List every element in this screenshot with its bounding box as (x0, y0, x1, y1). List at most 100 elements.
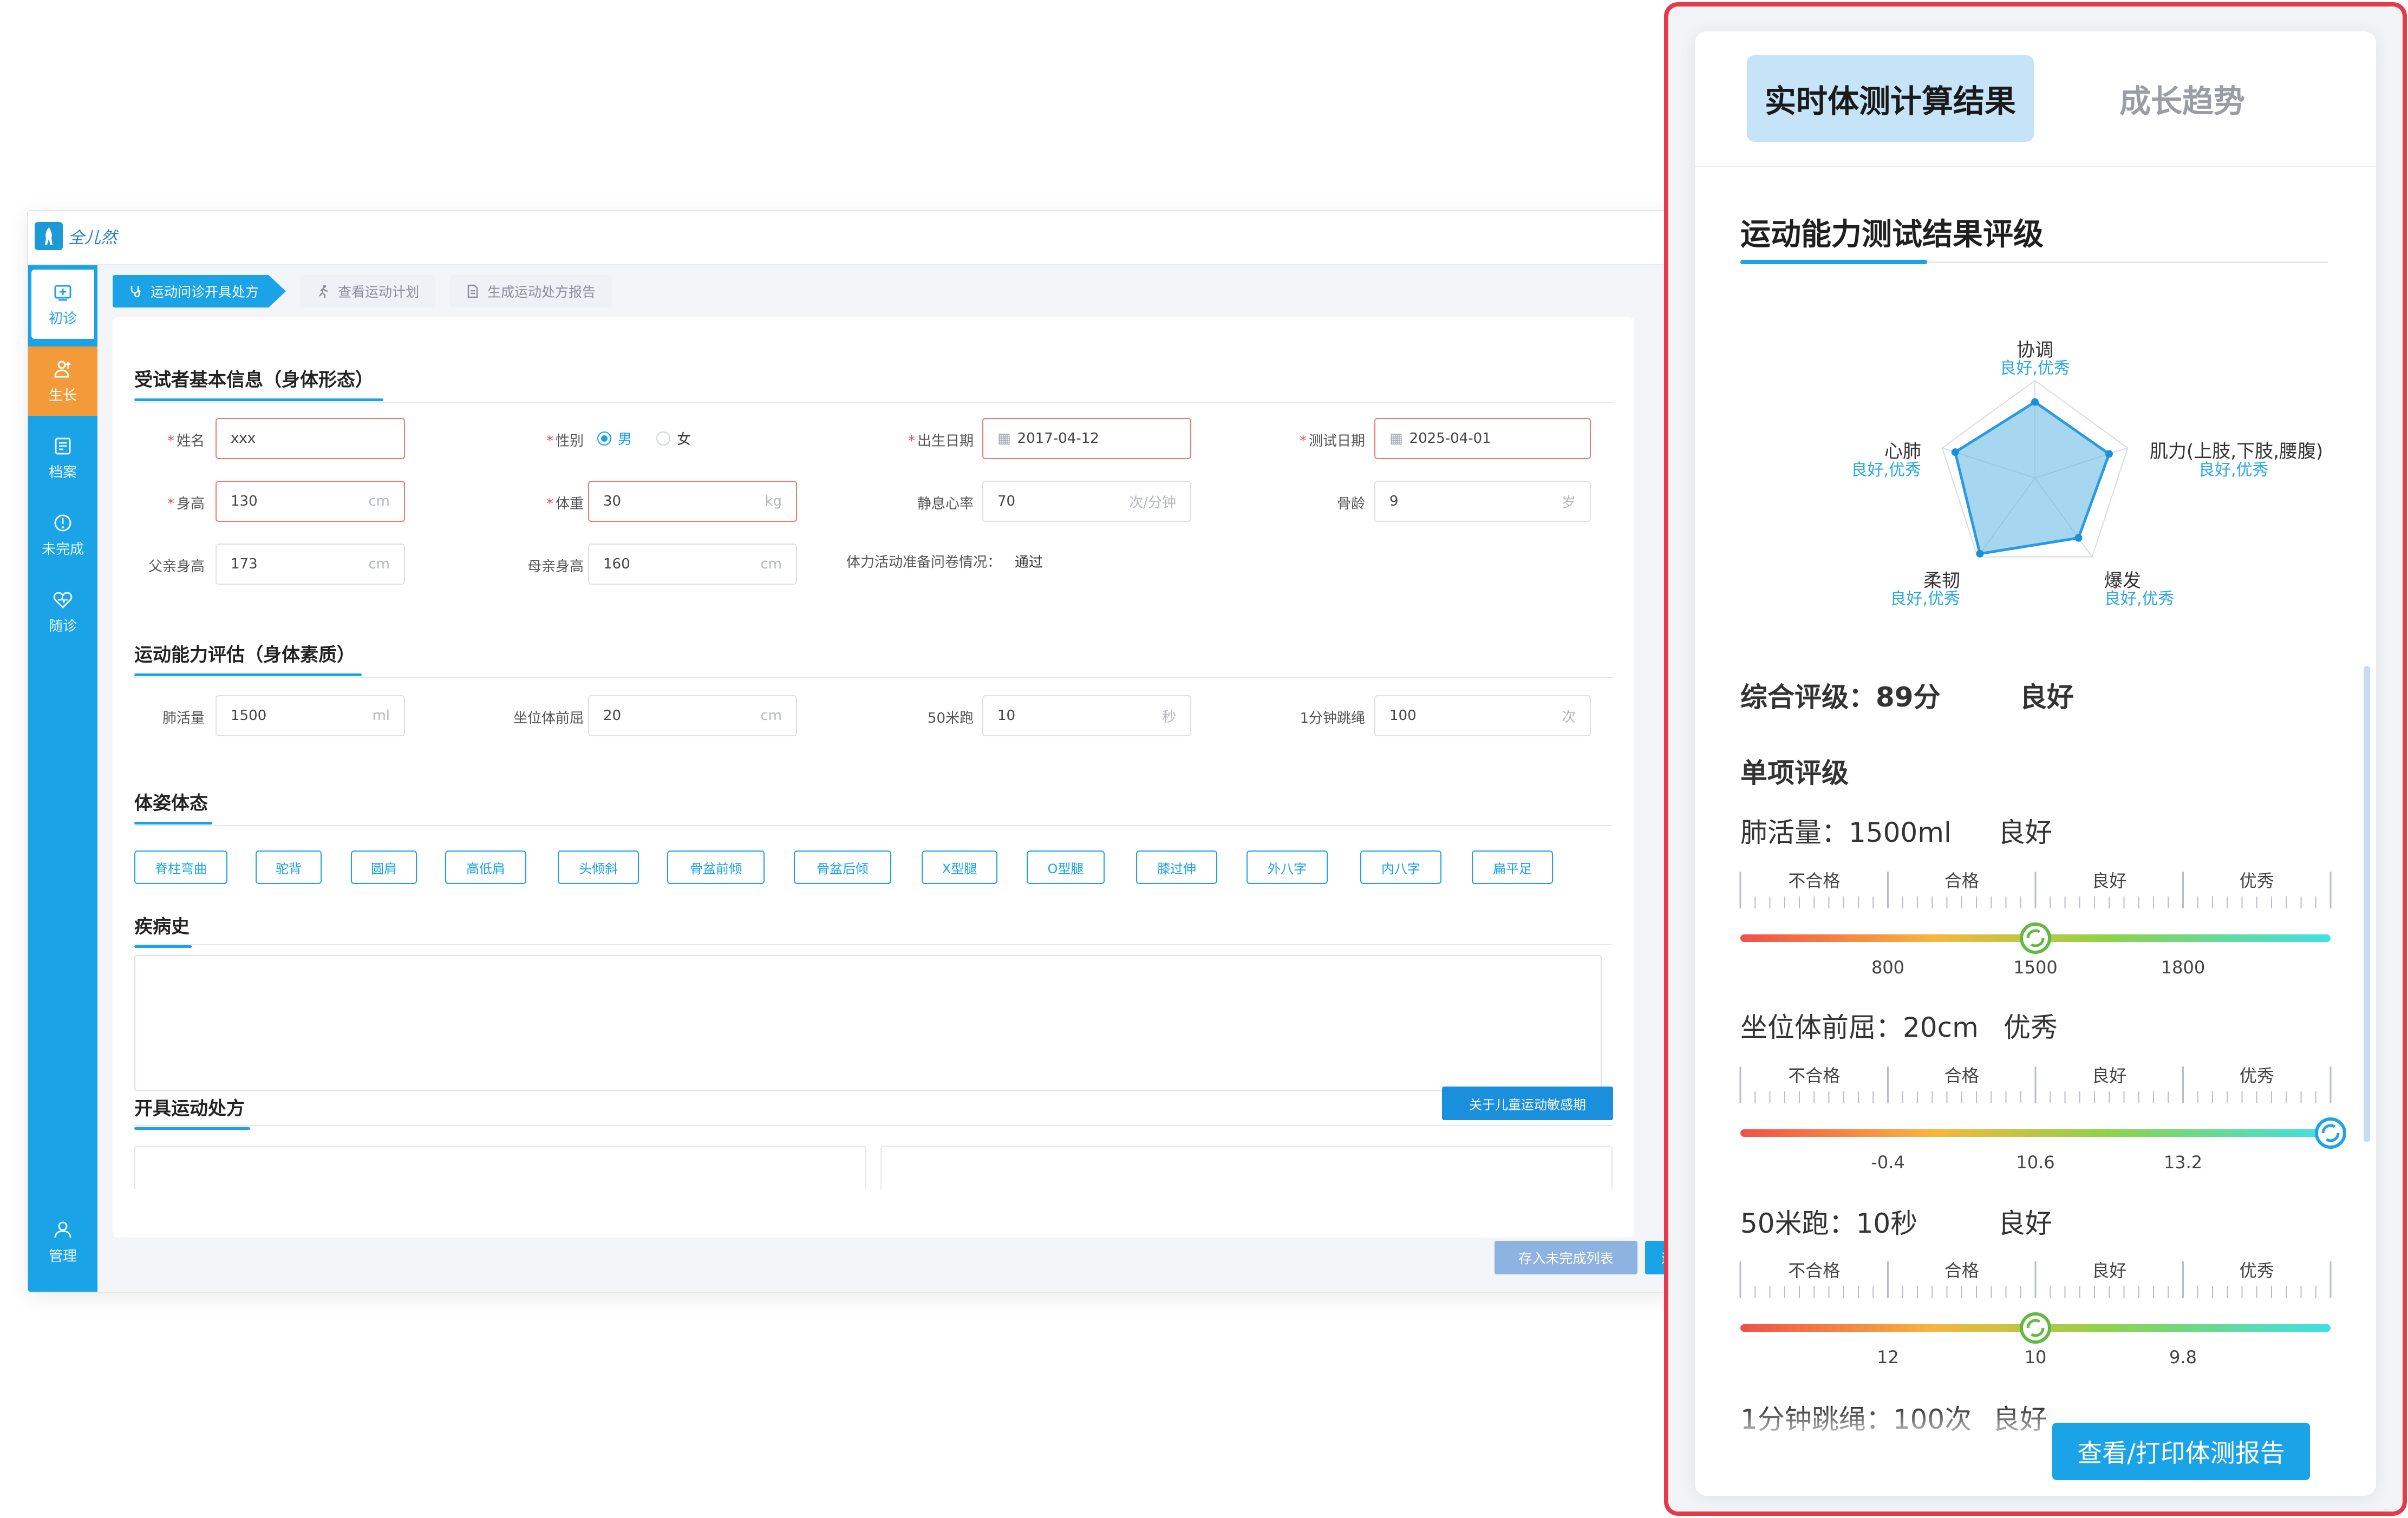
logo-text: 全儿然 (68, 228, 117, 247)
lung-capacity-input[interactable]: 1500 ml (216, 695, 405, 736)
posture-button[interactable]: 骨盆后倾 (794, 850, 891, 884)
overall-score: 综合评级：89分 (1740, 682, 1941, 713)
run-scale: 不合格 合格 良好 优秀 12 10 9.8 (1739, 1260, 2332, 1367)
stethoscope-icon (130, 286, 141, 298)
label-name: * 姓名 (167, 433, 205, 449)
followup-icon (53, 591, 73, 608)
posture-button[interactable]: 扁平足 (1472, 850, 1553, 884)
name-input[interactable]: xxx (216, 418, 405, 459)
sensitive-period-button[interactable]: 关于儿童运动敏感期 (1442, 1087, 1613, 1120)
height-input[interactable]: 130 cm (216, 481, 405, 522)
posture-button[interactable]: 膝过伸 (1136, 850, 1217, 884)
tab-view-plan[interactable]: 查看运动计划 (300, 275, 436, 307)
calendar-icon: ▦ (997, 430, 1011, 447)
metric-sit-reach-head: 坐位体前屈：20cm (1740, 1012, 1979, 1043)
radar-chart: 协调 良好,优秀 肌力(上肢,下肢,腰腹) 良好,优秀 爆发 良好,优秀 柔韧 … (1851, 339, 2323, 608)
metric-lung-grade: 良好 (1998, 817, 2052, 848)
radar-point (1976, 549, 1984, 558)
gender-radio-group: 男 女 (597, 428, 713, 448)
label-lung: 肺活量 (162, 710, 205, 727)
app-header: 全儿然 (28, 211, 1678, 265)
sidebar-item-followup[interactable]: 随诊 (28, 577, 97, 646)
label-bone-age: 骨龄 (1336, 496, 1365, 512)
scale-marker (2020, 1312, 2051, 1344)
sidebar-item-archive[interactable]: 档案 (28, 423, 97, 493)
radar-grade-coordination: 良好,优秀 (2000, 359, 2070, 378)
posture-button[interactable]: 脊柱弯曲 (134, 850, 227, 884)
scrollbar[interactable] (2364, 666, 2370, 1142)
sidebar-item-admin[interactable]: 管理 (28, 1207, 97, 1277)
bone-age-input[interactable]: 9岁 (1374, 481, 1591, 522)
label-mother-height: 母亲身高 (527, 559, 584, 575)
radar-grade-cardio: 良好,优秀 (1851, 461, 1921, 480)
birth-date-picker[interactable]: ▦ 2017-04-12 (982, 418, 1191, 459)
metric-lung-head: 肺活量：1500ml (1740, 817, 1952, 848)
sidebar-item-pending[interactable]: 未完成 (28, 500, 97, 570)
single-rating-title: 单项评级 (1740, 757, 1849, 789)
label-sit-reach: 坐位体前屈 (513, 710, 584, 727)
section-title-history: 疾病史 (134, 912, 192, 948)
father-height-input[interactable]: 173 cm (216, 544, 405, 585)
scale-value-label: 10 (2025, 1347, 2047, 1367)
app-window: 全儿然 初诊 生长 档案 未完成 随诊 管理 运动问诊开具处方 查看运动计划 生… (27, 210, 1679, 1293)
gender-female-radio[interactable]: 女 (656, 428, 691, 448)
posture-button[interactable]: O型腿 (1027, 850, 1105, 884)
posture-button[interactable]: 高低肩 (445, 850, 526, 884)
metric-run-grade: 良好 (1998, 1208, 2052, 1239)
sidebar-item-label: 随诊 (48, 618, 77, 634)
posture-button[interactable]: 外八字 (1247, 850, 1328, 884)
scale-level-label: 优秀 (2240, 871, 2274, 891)
scale-level-label: 不合格 (1788, 1065, 1840, 1086)
archive-icon (55, 437, 71, 454)
clinic-icon (54, 285, 71, 300)
heart-rate-input[interactable]: 70 次/分钟 (982, 481, 1191, 522)
running-icon (319, 285, 328, 298)
test-date-picker[interactable]: ▦ 2025-04-01 (1374, 418, 1591, 459)
disease-history-textarea[interactable] (134, 955, 1602, 1091)
scale-value-label: 9.8 (2169, 1347, 2197, 1367)
main-area: 运动问诊开具处方 查看运动计划 生成运动处方报告 受试者基本信息（身体形态） *… (97, 265, 1678, 1292)
weight-input[interactable]: 30 kg (588, 481, 797, 522)
radar-point (2074, 534, 2083, 542)
posture-button[interactable]: 圆肩 (351, 850, 417, 884)
tab-generate-report[interactable]: 生成运动处方报告 (449, 275, 612, 307)
radar-grade-flexibility: 良好,优秀 (1890, 590, 1960, 608)
posture-button[interactable]: 骨盆前倾 (667, 850, 765, 884)
tab-consult-prescribe[interactable]: 运动问诊开具处方 (113, 275, 286, 307)
rope-skipping-input[interactable]: 100 次 (1374, 695, 1591, 736)
tab-label: 生成运动处方报告 (487, 284, 596, 300)
gender-male-radio[interactable]: 男 (597, 428, 632, 448)
section-title-basic: 受试者基本信息（身体形态） (134, 365, 383, 401)
scale-value-label: -0.4 (1871, 1152, 1904, 1173)
radar-point (2031, 398, 2039, 406)
radar-point (1951, 448, 1959, 456)
growth-icon (54, 361, 71, 377)
save-unfinished-button[interactable]: 存入未完成列表 (1495, 1241, 1637, 1274)
overall-grade: 良好 (2020, 682, 2074, 713)
sidebar-item-clinic[interactable]: 初诊 (31, 270, 94, 339)
label-weight: * 体重 (546, 496, 584, 512)
print-report-button[interactable]: 查看/打印体测报告 (2052, 1423, 2310, 1480)
tab-realtime-result[interactable]: 实时体测计算结果 (1747, 55, 2034, 142)
divider (134, 677, 1613, 678)
sidebar-item-growth[interactable]: 生长 (28, 346, 97, 416)
radar-label-coordination: 协调 (2017, 339, 2053, 361)
posture-button[interactable]: 内八字 (1360, 850, 1441, 884)
posture-button[interactable]: 头倾斜 (558, 850, 639, 884)
divider (134, 402, 1613, 403)
tab-growth-trend[interactable]: 成长趋势 (2068, 55, 2296, 142)
divider (134, 825, 1613, 826)
section-title-prescription: 开具运动处方 (134, 1094, 250, 1130)
section-title-posture: 体姿体态 (134, 788, 212, 825)
divider (134, 944, 1613, 945)
posture-button[interactable]: 驼背 (256, 850, 322, 884)
run-50m-input[interactable]: 10 秒 (982, 695, 1191, 736)
mother-height-input[interactable]: 160 cm (588, 544, 797, 585)
scale-value-label: 13.2 (2164, 1152, 2202, 1173)
radar-label-cardio: 心肺 (1884, 441, 1921, 462)
scale-value-label: 1800 (2161, 957, 2205, 978)
sit-reach-input[interactable]: 20 cm (588, 695, 797, 736)
posture-button[interactable]: X型腿 (922, 850, 997, 884)
scale-marker (2020, 922, 2051, 954)
scale-value-label: 1500 (2013, 957, 2057, 978)
